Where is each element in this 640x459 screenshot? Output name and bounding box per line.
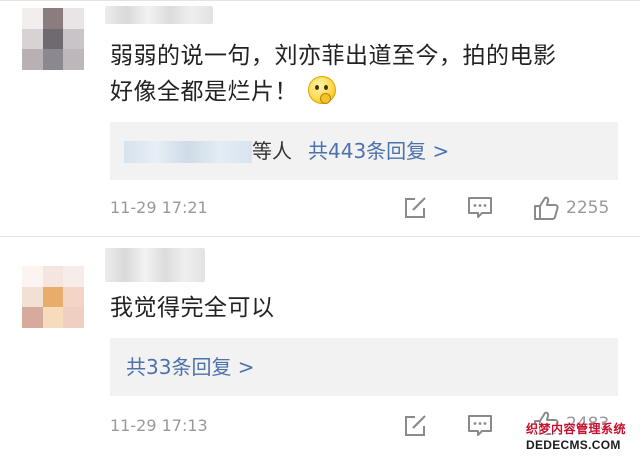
reply-usernames-redacted — [124, 141, 252, 163]
comment-divider — [0, 236, 640, 237]
thumbs-up-icon — [534, 196, 559, 220]
edit-icon — [405, 415, 426, 436]
avatar-pixel — [63, 49, 84, 70]
edit-button[interactable] — [400, 193, 430, 223]
avatar-pixel — [42, 49, 64, 70]
reply-summary-box[interactable]: 等人 共443条回复 > — [110, 122, 618, 180]
avatar-pixel — [22, 286, 43, 308]
avatar-pixel — [22, 266, 43, 287]
watermark-line: 织梦内容管理系统 — [526, 422, 627, 436]
avatar-pixel — [22, 8, 43, 29]
site-watermark: 织梦内容管理系统 DEDECMS.COM — [526, 421, 634, 455]
comment-list: 弱弱的说一句，刘亦菲出道至今，拍的电影 好像全都是烂片！ 等人 共443条回复 … — [0, 0, 640, 459]
comment-icon — [468, 415, 492, 436]
comment-icon — [468, 197, 492, 218]
comment-button[interactable] — [465, 193, 495, 223]
avatar-pixel — [63, 307, 84, 328]
avatar-pixel — [63, 8, 84, 29]
avatar[interactable] — [22, 266, 84, 328]
reply-summary-box[interactable]: 共33条回复 > — [110, 338, 618, 396]
username-redacted[interactable] — [105, 248, 205, 282]
top-divider — [0, 0, 640, 1]
comment-text: 弱弱的说一句，刘亦菲出道至今，拍的电影 好像全都是烂片！ — [110, 38, 557, 110]
avatar[interactable] — [22, 8, 84, 70]
comment-button[interactable] — [465, 411, 495, 441]
like-button[interactable] — [531, 193, 561, 223]
comment-text-line: 我觉得完全可以 — [110, 295, 275, 321]
avatar-pixel — [22, 307, 43, 328]
like-count: 2255 — [566, 198, 610, 218]
watermark-line: DEDECMS.COM — [526, 438, 621, 452]
comment-text-line: 弱弱的说一句，刘亦菲出道至今，拍的电影 — [110, 43, 557, 69]
reply-suffix: 等人 — [252, 139, 292, 163]
edit-button[interactable] — [400, 411, 430, 441]
comment-text-fragment: 好像全都是烂片！ — [110, 79, 298, 105]
username-redacted[interactable] — [105, 6, 213, 24]
avatar-pixel — [22, 49, 43, 70]
comment-text-line: 好像全都是烂片！ — [110, 74, 557, 110]
thinking-face-emoji-icon — [308, 76, 336, 104]
avatar-pixel — [63, 286, 84, 308]
comment-time: 11-29 17:21 — [110, 198, 208, 217]
avatar-pixel — [22, 28, 43, 50]
avatar-pixel — [42, 266, 64, 287]
comment-time: 11-29 17:13 — [110, 416, 208, 435]
view-replies-link[interactable]: 共443条回复 > — [308, 136, 449, 166]
view-replies-link[interactable]: 共33条回复 > — [126, 352, 255, 382]
avatar-pixel — [63, 266, 84, 287]
comment-text: 我觉得完全可以 — [110, 290, 275, 326]
avatar-pixel — [63, 28, 84, 50]
avatar-pixel — [42, 307, 64, 328]
edit-icon — [405, 197, 426, 218]
avatar-pixel — [42, 8, 64, 29]
avatar-pixel — [42, 28, 64, 50]
avatar-pixel — [42, 286, 64, 308]
